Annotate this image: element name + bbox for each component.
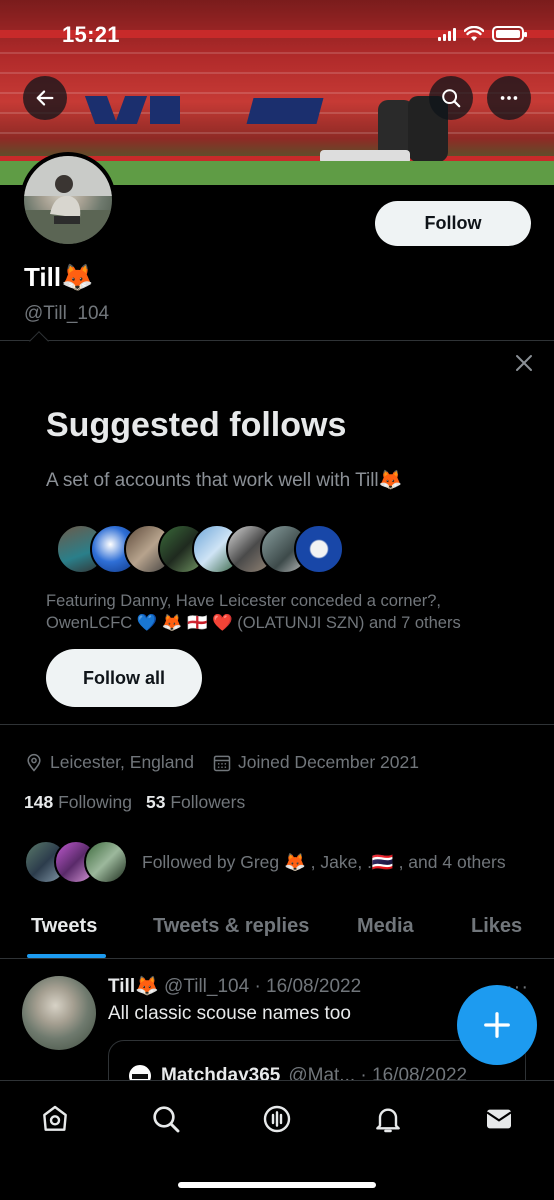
nav-home[interactable] <box>37 1101 73 1137</box>
avatar-photo <box>24 156 112 244</box>
suggested-follows-title: Suggested follows <box>46 406 347 444</box>
search-icon <box>442 89 461 108</box>
featuring-name: OwenLCFC <box>46 614 137 632</box>
following-link[interactable]: 148 Following <box>24 792 132 813</box>
followed-by-avatars <box>24 840 130 884</box>
featuring-line-2: OwenLCFC 💙 🦊 🏴󠁧󠁢󠁥󠁮󠁧󠁿 ❤️ (OLATUNJI SZN) a… <box>46 612 516 634</box>
follow-all-button[interactable]: Follow all <box>46 649 202 707</box>
nav-messages[interactable] <box>481 1101 517 1137</box>
wifi-icon <box>464 26 484 41</box>
followed-by-text: Followed by Greg 🦊 , Jake, .🇹🇭 , and 4 o… <box>142 851 506 872</box>
callout-caret <box>29 331 49 351</box>
profile-location: Leicester, England <box>50 752 194 772</box>
battery-icon <box>492 26 527 42</box>
featuring-rest: (OLATUNJI SZN) and 7 others <box>232 614 461 632</box>
arrow-left-icon <box>36 90 54 106</box>
tweet-handle-date: @Till_104 · 16/08/2022 <box>164 976 362 997</box>
tab-tweets-replies[interactable]: Tweets & replies <box>153 915 309 938</box>
following-count: 148 <box>24 792 54 812</box>
calendar-icon <box>213 755 231 771</box>
following-label: Following <box>58 792 133 812</box>
tweet-avatar[interactable] <box>22 976 96 1050</box>
profile-meta: Leicester, England Joined December 2021 <box>24 752 419 773</box>
followers-label: Followers <box>170 792 246 812</box>
nav-notifications[interactable] <box>370 1101 406 1137</box>
spaces-icon <box>263 1105 291 1133</box>
suggested-featuring-text: Featuring Danny, Have Leicester conceded… <box>46 590 516 634</box>
follow-stats: 148 Following 53 Followers <box>24 792 245 813</box>
compose-tweet-button[interactable] <box>457 985 537 1065</box>
featuring-line-1: Featuring Danny, Have Leicester conceded… <box>46 592 442 610</box>
status-bar: 15:21 <box>0 0 554 70</box>
profile-name: Till🦊 <box>24 262 94 292</box>
divider <box>0 724 554 725</box>
search-icon <box>153 1106 180 1133</box>
close-icon[interactable] <box>512 351 536 375</box>
tweet-author[interactable]: Till🦊 <box>108 976 159 997</box>
divider <box>0 340 554 341</box>
suggested-follows-subtitle: A set of accounts that work well with Ti… <box>46 470 403 491</box>
follower-avatar <box>84 840 128 884</box>
back-button[interactable] <box>23 76 67 120</box>
followers-count: 53 <box>146 792 166 812</box>
search-button[interactable] <box>429 76 473 120</box>
profile-avatar[interactable] <box>20 152 116 248</box>
follow-button[interactable]: Follow <box>375 201 531 246</box>
home-indicator <box>178 1182 376 1188</box>
more-horizontal-icon <box>500 96 518 100</box>
nav-search[interactable] <box>148 1101 184 1137</box>
followed-by[interactable]: Followed by Greg 🦊 , Jake, .🇹🇭 , and 4 o… <box>24 840 506 884</box>
followers-link[interactable]: 53 Followers <box>146 792 245 813</box>
nav-spaces[interactable] <box>259 1101 295 1137</box>
more-button[interactable] <box>487 76 531 120</box>
mail-icon <box>486 1109 512 1129</box>
suggested-avatar <box>294 524 344 574</box>
status-time: 15:21 <box>62 22 120 47</box>
tab-likes[interactable]: Likes <box>471 915 522 938</box>
divider <box>0 958 554 959</box>
profile-tabs: Tweets Tweets & replies Media Likes <box>0 905 554 958</box>
tweet-header: Till🦊 @Till_104 · 16/08/2022 <box>108 974 361 998</box>
cellular-signal-icon <box>438 27 456 41</box>
profile-handle: @Till_104 <box>24 303 110 324</box>
profile-joined: Joined December 2021 <box>238 752 419 772</box>
tab-media[interactable]: Media <box>357 915 414 938</box>
red-heart-emoji: ❤️ <box>212 614 233 632</box>
tab-tweets[interactable]: Tweets <box>31 915 97 938</box>
home-icon <box>43 1105 67 1131</box>
bell-icon <box>376 1108 400 1133</box>
blue-heart-emoji: 💙 <box>136 614 158 632</box>
featuring-emojis: 🦊 🏴󠁧󠁢󠁥󠁮󠁧󠁿 <box>157 614 213 632</box>
tweet-text: All classic scouse names too <box>108 1003 351 1024</box>
plus-icon <box>484 1012 510 1038</box>
location-pin-icon <box>27 753 41 772</box>
